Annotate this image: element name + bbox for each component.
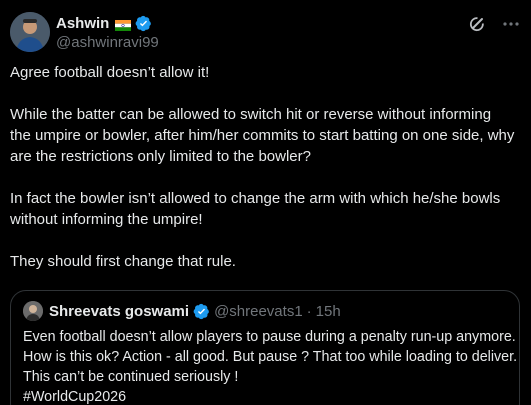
verified-badge-icon[interactable] (193, 303, 210, 320)
quoted-author-avatar[interactable] (23, 301, 43, 321)
post-actions (467, 14, 521, 34)
quoted-author-name[interactable]: Shreevats goswami (49, 303, 189, 320)
verified-badge-icon[interactable] (135, 15, 152, 32)
grok-icon[interactable] (467, 14, 487, 34)
separator-dot: · (306, 302, 312, 320)
post-body: Agree football doesn’t allow it! While t… (10, 62, 515, 293)
hashtag-link[interactable]: #WorldCup2026 (23, 387, 507, 405)
quoted-post-header: Shreevats goswami @shreevats1 · 15h (23, 301, 507, 321)
post-paragraph: While the batter can be allowed to switc… (10, 106, 515, 165)
quoted-post-line: How is this ok? Action - all good. But p… (23, 349, 518, 365)
post-paragraph: Agree football doesn’t allow it! (10, 64, 210, 81)
quoted-post-time[interactable]: 15h (316, 303, 341, 320)
quoted-post-line: This can’t be continued seriously ! (23, 369, 239, 385)
post-paragraph: They should first change that rule. (10, 253, 236, 270)
india-flag-icon (115, 18, 132, 31)
quoted-post-line: Even football doesn’t allow players to p… (23, 329, 516, 345)
post: Ashwin @ashwinravi99 Agree football does… (0, 0, 531, 405)
quoted-author-handle[interactable]: @shreevats1 (214, 303, 303, 320)
author-handle[interactable]: @ashwinravi99 (56, 34, 159, 51)
author-display-name[interactable]: Ashwin (56, 15, 109, 32)
post-header: Ashwin @ashwinravi99 (10, 12, 521, 52)
post-paragraph: In fact the bowler isn’t allowed to chan… (10, 190, 501, 228)
quoted-post[interactable]: Shreevats goswami @shreevats1 · 15h Even… (10, 290, 520, 405)
author-info: Ashwin @ashwinravi99 (56, 14, 159, 52)
author-avatar[interactable] (10, 12, 50, 52)
more-options-icon[interactable] (501, 14, 521, 34)
quoted-post-body: Even football doesn’t allow players to p… (23, 327, 518, 405)
